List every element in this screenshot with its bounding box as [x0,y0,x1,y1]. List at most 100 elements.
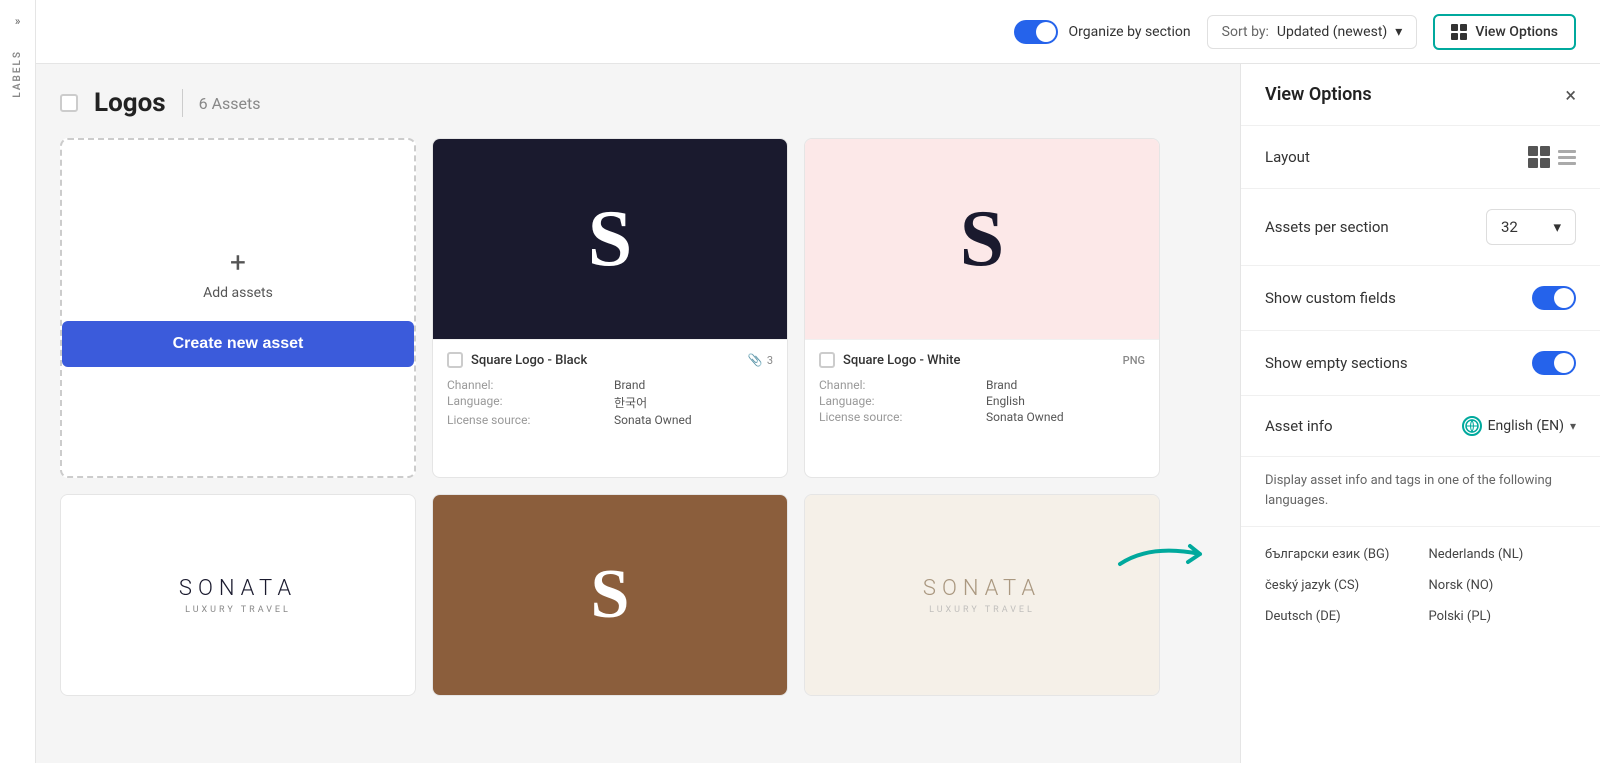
vop-description: Display asset info and tags in one of th… [1241,457,1600,527]
layout-label: Layout [1265,148,1310,166]
paperclip-icon: 📎 [748,353,763,367]
meta-key: Language: [819,394,978,408]
sonata-cream-logo: SONATA LUXURY TRAVEL [923,576,1041,615]
asset-card-cream: SONATA LUXURY TRAVEL [804,494,1160,696]
asset-card: S Square Logo - White PNG Channel: Brand… [804,138,1160,478]
topbar: Organize by section Sort by: Updated (ne… [36,0,1600,64]
main-content: Organize by section Sort by: Updated (ne… [36,0,1600,763]
organize-toggle[interactable] [1014,20,1058,44]
assets-per-section-value: 32 [1501,218,1518,236]
section-count: 6 Assets [199,94,261,113]
asset-name: Square Logo - White [843,353,1123,368]
collapse-icon[interactable]: » [9,8,27,34]
sort-value: Updated (newest) [1277,24,1387,40]
globe-icon [1462,416,1482,436]
asset-name-row: Square Logo - Black 📎 3 [447,352,773,368]
logo-s-brown: S [591,555,630,635]
vop-title: View Options [1265,84,1372,105]
meta-key: License source: [819,410,978,424]
attachment-count: 3 [767,354,773,367]
asset-checkbox[interactable] [819,352,835,368]
vop-assets-per-section: Assets per section 32 ▾ [1241,189,1600,266]
show-empty-sections-label: Show empty sections [1265,354,1408,372]
asset-info-language: English (EN) [1488,418,1564,434]
vop-aps-row: Assets per section 32 ▾ [1265,209,1576,245]
sidebar: » LABELS [0,0,36,763]
sort-prefix: Sort by: [1222,24,1269,40]
languages-grid: български език (BG) Nederlands (NL) česk… [1241,527,1600,644]
asset-badge: 📎 3 [748,353,773,367]
section-checkbox[interactable] [60,94,78,112]
sonata-text-logo: SONATA LUXURY TRAVEL [179,576,297,615]
organize-label: Organize by section [1068,24,1190,40]
vop-empty-sections-section: Show empty sections [1241,331,1600,396]
asset-info-right[interactable]: English (EN) ▾ [1462,416,1576,436]
list-layout-icon[interactable] [1558,150,1576,165]
vop-custom-fields-section: Show custom fields [1241,266,1600,331]
png-badge: PNG [1123,354,1145,367]
language-item-no[interactable]: Norsk (NO) [1429,574,1577,597]
asset-preview-brown: S [433,495,787,695]
view-options-button[interactable]: View Options [1433,14,1576,50]
meta-key: Channel: [447,378,606,392]
language-item-pl[interactable]: Polski (PL) [1429,605,1577,628]
asset-preview-cream: SONATA LUXURY TRAVEL [805,495,1159,695]
asset-meta: Channel: Brand Language: 한국어 License sou… [447,378,773,427]
meta-key: License source: [447,413,606,427]
view-options-label: View Options [1475,24,1558,40]
sort-chevron-icon: ▾ [1395,24,1402,40]
asset-card-brown: S [432,494,788,696]
language-item-de[interactable]: Deutsch (DE) [1265,605,1413,628]
arrow-indicator [1110,524,1230,578]
logo-preview-s-dark: S [960,199,1005,279]
content-area: Logos 6 Assets + Add assets Create new a… [36,64,1600,763]
add-assets-label: Add assets [203,285,273,301]
vop-close-button[interactable]: × [1565,85,1576,105]
vop-layout-row: Layout [1265,146,1576,168]
asset-name: Square Logo - Black [471,353,748,368]
meta-val: Brand [614,378,773,392]
language-item-nl[interactable]: Nederlands (NL) [1429,543,1577,566]
asset-checkbox[interactable] [447,352,463,368]
show-empty-sections-toggle[interactable] [1532,351,1576,375]
language-item-cs[interactable]: český jazyk (CS) [1265,574,1413,597]
asset-info-chevron-icon: ▾ [1570,419,1576,433]
meta-key: Channel: [819,378,978,392]
assets-per-section-label: Assets per section [1265,218,1389,236]
show-custom-fields-toggle[interactable] [1532,286,1576,310]
asset-preview-pink: S [805,139,1159,339]
create-asset-button[interactable]: Create new asset [62,321,414,367]
sort-dropdown[interactable]: Sort by: Updated (newest) ▾ [1207,15,1418,49]
asset-card: S Square Logo - Black 📎 3 Channel: [432,138,788,478]
grid-view-icon [1451,24,1467,40]
vop-empty-sections-row: Show empty sections [1265,351,1576,375]
meta-val: English [986,394,1145,408]
layout-icons [1528,146,1576,168]
asset-info-label: Asset info [1265,417,1333,435]
meta-key: Language: [447,394,606,411]
asset-info: Square Logo - White PNG Channel: Brand L… [805,339,1159,436]
section-divider [182,89,183,117]
grid-layout-icon[interactable] [1528,146,1550,168]
asset-meta: Channel: Brand Language: English License… [819,378,1145,424]
section-title: Logos [94,88,166,118]
vop-layout-section: Layout [1241,126,1600,189]
organize-section: Organize by section [1014,20,1190,44]
add-icon: + [230,249,246,277]
asset-preview-dark: S [433,139,787,339]
asset-name-row: Square Logo - White PNG [819,352,1145,368]
add-asset-card[interactable]: + Add assets Create new asset [60,138,416,478]
language-item-bg[interactable]: български език (BG) [1265,543,1413,566]
assets-grid: + Add assets Create new asset S Square L… [60,138,1160,696]
logo-preview-s-white: S [588,199,633,279]
assets-per-section-select[interactable]: 32 ▾ [1486,209,1576,245]
vop-custom-fields-row: Show custom fields [1265,286,1576,310]
vop-asset-info-row: Asset info English (EN) ▾ [1241,396,1600,457]
meta-val: Brand [986,378,1145,392]
meta-val: Sonata Owned [986,410,1145,424]
dropdown-chevron-icon: ▾ [1553,218,1561,236]
vop-header: View Options × [1241,64,1600,126]
view-options-panel: View Options × Layout [1240,64,1600,763]
asset-info: Square Logo - Black 📎 3 Channel: Brand L… [433,339,787,439]
meta-val: 한국어 [614,394,773,411]
